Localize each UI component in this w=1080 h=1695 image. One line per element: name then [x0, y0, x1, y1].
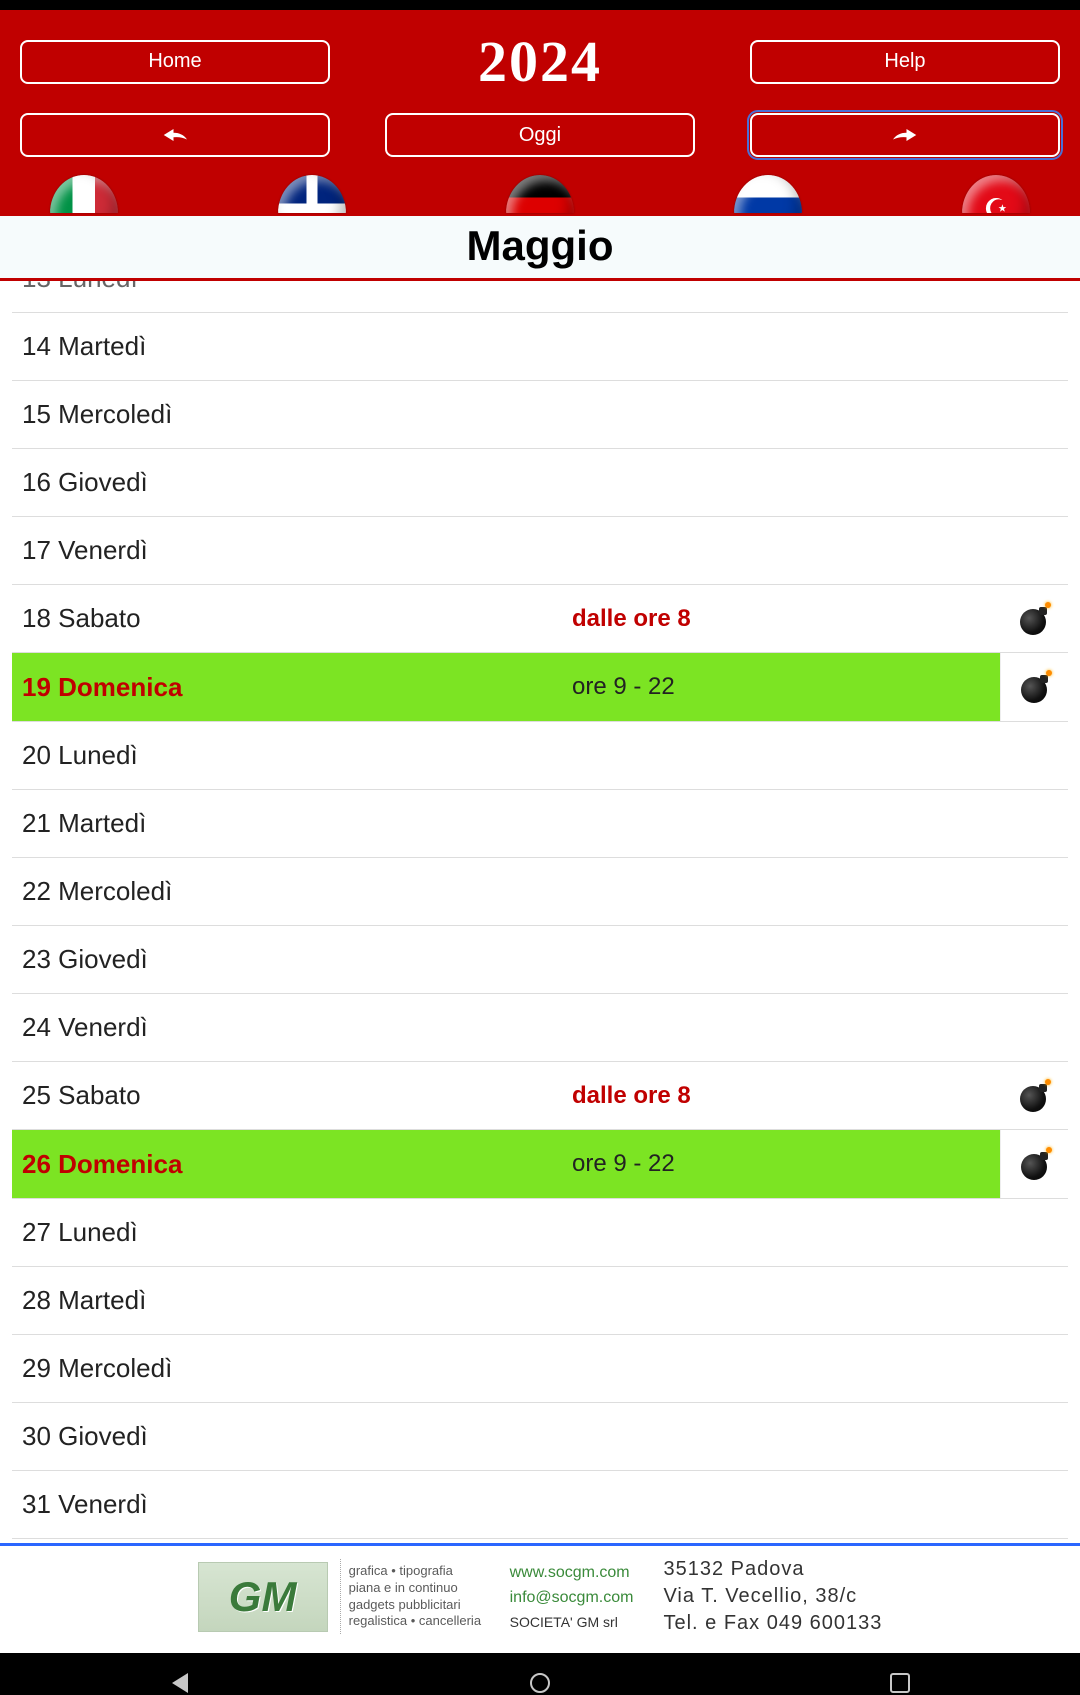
day-label: 26 Domenica [12, 1149, 572, 1180]
day-label: 22 Mercoledì [12, 876, 572, 907]
help-button[interactable]: Help [750, 40, 1060, 84]
status-bar [0, 0, 1080, 10]
day-label: 23 Giovedì [12, 944, 572, 975]
ad-addr1: 35132 Padova [663, 1556, 882, 1583]
nav-back[interactable] [0, 1673, 360, 1693]
month-bar: Maggio [0, 213, 1080, 281]
day-icon-box [1000, 1130, 1068, 1198]
home-button[interactable]: Home [20, 40, 330, 84]
day-row[interactable]: 22 Mercoledì [12, 858, 1068, 926]
year-label: 2024 [478, 28, 602, 95]
ad-tagline: grafica • tipografia piana e in continuo… [340, 1559, 490, 1635]
flag-row [20, 157, 1060, 213]
triangle-back-icon [172, 1673, 188, 1693]
ad-contact: www.socgm.com info@socgm.com SOCIETA' GM… [502, 1560, 642, 1634]
nav-recent[interactable] [720, 1673, 1080, 1693]
day-label: 27 Lunedì [12, 1217, 572, 1248]
month-label: Maggio [0, 222, 1080, 270]
flag-de[interactable] [506, 175, 574, 213]
day-info: dalle ore 8 [572, 1082, 1000, 1110]
day-label: 24 Venerdì [12, 1012, 572, 1043]
day-icon-box [1000, 1080, 1068, 1112]
day-label: 13 Lunedì [12, 281, 572, 294]
day-label: 15 Mercoledì [12, 399, 572, 430]
header: Home 2024 Help Oggi [0, 10, 1080, 213]
day-row[interactable]: 19 Domenicaore 9 - 22 [12, 653, 1068, 722]
flag-gb[interactable] [278, 175, 346, 213]
day-row[interactable]: 27 Lunedì [12, 1199, 1068, 1267]
ad-web: www.socgm.com [510, 1560, 634, 1586]
day-row[interactable]: 21 Martedì [12, 790, 1068, 858]
day-row[interactable]: 17 Venerdì [12, 517, 1068, 585]
bomb-icon [1018, 1080, 1050, 1112]
day-row[interactable]: 31 Venerdì [12, 1471, 1068, 1539]
day-label: 16 Giovedì [12, 467, 572, 498]
day-row[interactable]: 20 Lunedì [12, 722, 1068, 790]
day-label: 17 Venerdì [12, 535, 572, 566]
day-label: 20 Lunedì [12, 740, 572, 771]
day-row[interactable]: 14 Martedì [12, 313, 1068, 381]
flag-ru[interactable] [734, 175, 802, 213]
flag-tr[interactable] [962, 175, 1030, 213]
ad-addr2: Via T. Vecellio, 38/c [663, 1583, 882, 1610]
ad-email: info@socgm.com [510, 1585, 634, 1611]
today-button[interactable]: Oggi [385, 113, 695, 157]
day-label: 18 Sabato [12, 603, 572, 634]
bomb-icon [1019, 671, 1051, 703]
square-recent-icon [890, 1673, 910, 1693]
day-label: 14 Martedì [12, 331, 572, 362]
day-row[interactable]: 23 Giovedì [12, 926, 1068, 994]
day-row[interactable]: 13 Lunedì [12, 281, 1068, 313]
circle-home-icon [530, 1673, 550, 1693]
header-row-2: Oggi [20, 113, 1060, 157]
day-row[interactable]: 28 Martedì [12, 1267, 1068, 1335]
day-row[interactable]: 15 Mercoledì [12, 381, 1068, 449]
ad-addr3: Tel. e Fax 049 600133 [663, 1610, 882, 1637]
ad-company: SOCIETA' GM srl [510, 1611, 634, 1633]
day-row[interactable]: 16 Giovedì [12, 449, 1068, 517]
bomb-icon [1018, 603, 1050, 635]
next-button[interactable] [750, 113, 1060, 157]
ad-address: 35132 Padova Via T. Vecellio, 38/c Tel. … [653, 1556, 882, 1637]
day-info: ore 9 - 22 [572, 673, 1000, 701]
day-label: 30 Giovedì [12, 1421, 572, 1452]
flag-it[interactable] [50, 175, 118, 213]
nav-home[interactable] [360, 1673, 720, 1693]
day-icon-box [1000, 603, 1068, 635]
day-row[interactable]: 25 Sabatodalle ore 8 [12, 1062, 1068, 1130]
day-info: ore 9 - 22 [572, 1150, 1000, 1178]
day-label: 28 Martedì [12, 1285, 572, 1316]
day-icon-box [1000, 653, 1068, 721]
day-row[interactable]: 18 Sabatodalle ore 8 [12, 585, 1068, 653]
day-label: 19 Domenica [12, 672, 572, 703]
arrow-forward-icon [890, 125, 920, 145]
android-navbar [0, 1653, 1080, 1695]
day-label: 31 Venerdì [12, 1489, 572, 1520]
day-row[interactable]: 24 Venerdì [12, 994, 1068, 1062]
ad-logo: GM [198, 1562, 328, 1632]
arrow-back-icon [160, 125, 190, 145]
day-row[interactable]: 30 Giovedì [12, 1403, 1068, 1471]
day-label: 29 Mercoledì [12, 1353, 572, 1384]
day-list[interactable]: 13 Lunedì 14 Martedì 15 Mercoledì 16 Gioved… [0, 281, 1080, 1539]
bomb-icon [1019, 1148, 1051, 1180]
day-row[interactable]: 26 Domenicaore 9 - 22 [12, 1130, 1068, 1199]
day-info: dalle ore 8 [572, 605, 1000, 633]
day-label: 25 Sabato [12, 1080, 572, 1111]
footer-ad[interactable]: GM grafica • tipografia piana e in conti… [0, 1546, 1080, 1653]
day-label: 21 Martedì [12, 808, 572, 839]
day-row[interactable]: 29 Mercoledì [12, 1335, 1068, 1403]
header-row-1: Home 2024 Help [20, 28, 1060, 95]
prev-button[interactable] [20, 113, 330, 157]
